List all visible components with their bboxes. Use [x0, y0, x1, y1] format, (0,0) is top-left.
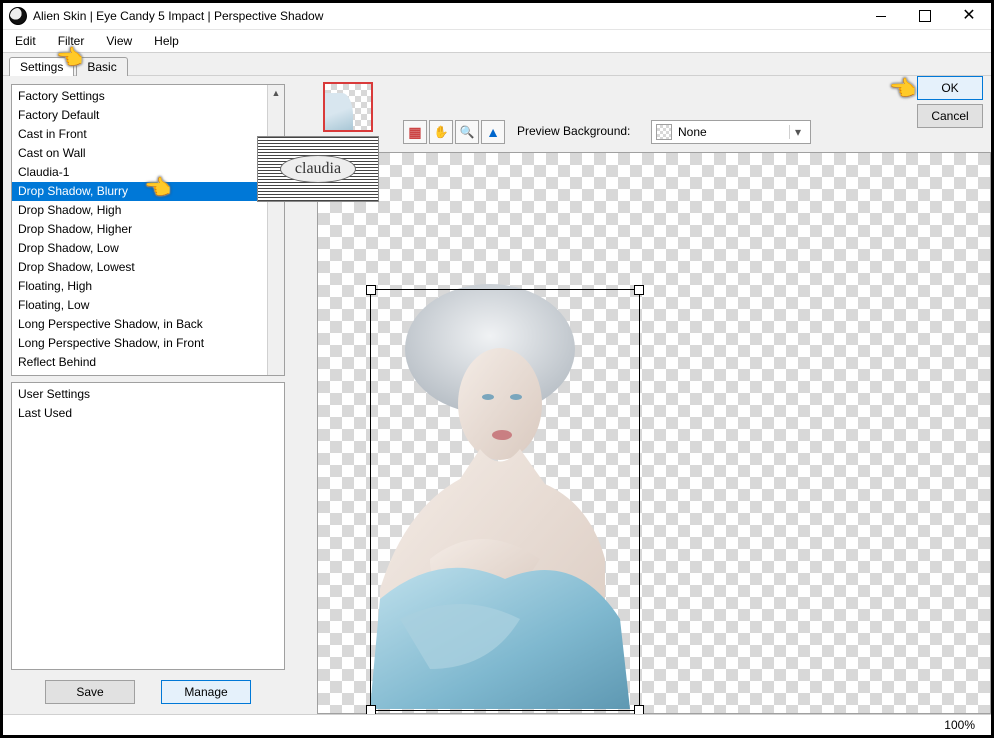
marquee-icon: ▦ [408, 124, 421, 141]
status-bar: 100% [3, 714, 991, 735]
magnifier-icon: 🔍 [460, 125, 475, 139]
list-item[interactable]: Long Perspective Shadow, in Back [12, 315, 268, 334]
factory-presets-list[interactable]: Factory Settings Factory Default Cast in… [11, 84, 285, 376]
user-presets-list[interactable]: User Settings Last Used [11, 382, 285, 670]
preview-background-label: Preview Background: [517, 124, 630, 138]
window-close-button[interactable]: ✕ [947, 4, 991, 28]
menu-bar: Edit Filter View Help [3, 30, 991, 52]
tool-hand-button[interactable]: ✋ [429, 120, 453, 144]
list-item[interactable]: Factory Default [12, 106, 268, 125]
window-minimize-button[interactable] [859, 4, 903, 28]
transparency-swatch-icon [656, 124, 672, 140]
scroll-up-icon[interactable]: ▲ [268, 85, 284, 101]
chevron-down-icon: ▾ [789, 125, 806, 139]
list-item[interactable]: Claudia-1 [12, 163, 268, 182]
list-item[interactable]: Reflect in Front [12, 372, 268, 375]
preview-panel: ▦ ✋ 🔍 ▲ Preview Background: None ▾ OK Ca… [293, 76, 991, 714]
app-icon [9, 7, 27, 25]
window-maximize-button[interactable] [903, 4, 947, 28]
ok-button[interactable]: OK [917, 76, 983, 100]
tabs-row: Settings Basic [3, 52, 991, 76]
settings-panel: Factory Settings Factory Default Cast in… [3, 76, 293, 714]
pointer-icon: ▲ [486, 124, 500, 140]
list-item[interactable]: Last Used [12, 404, 268, 423]
preview-background-value: None [678, 125, 707, 139]
list-item[interactable]: Reflect Behind [12, 353, 268, 372]
resize-handle[interactable] [634, 705, 644, 714]
resize-handle[interactable] [366, 285, 376, 295]
list-item-selected[interactable]: Drop Shadow, Blurry [12, 182, 268, 201]
menu-edit[interactable]: Edit [11, 33, 40, 49]
tutorial-hand-icon: 👈 [144, 175, 171, 201]
list-header: User Settings [12, 385, 268, 404]
resize-handle[interactable] [634, 285, 644, 295]
tool-pointer-button[interactable]: ▲ [481, 120, 505, 144]
preview-thumbnail[interactable] [323, 82, 373, 132]
scrollbar[interactable]: ▲ [267, 85, 284, 375]
cancel-button[interactable]: Cancel [917, 104, 983, 128]
list-item[interactable]: Floating, Low [12, 296, 268, 315]
selection-box[interactable] [370, 289, 640, 711]
list-header: Factory Settings [12, 87, 268, 106]
list-item[interactable]: Cast on Wall [12, 144, 268, 163]
manage-button[interactable]: Manage [161, 680, 251, 704]
preview-background-select[interactable]: None ▾ [651, 120, 811, 144]
list-item[interactable]: Long Perspective Shadow, in Front [12, 334, 268, 353]
preview-canvas[interactable] [317, 152, 991, 714]
list-item[interactable]: Drop Shadow, High [12, 201, 268, 220]
list-item[interactable]: Drop Shadow, Lowest [12, 258, 268, 277]
tool-marquee-button[interactable]: ▦ [403, 120, 427, 144]
hand-icon: ✋ [434, 125, 449, 139]
list-item[interactable]: Floating, High [12, 277, 268, 296]
tutorial-hand-icon: 👉 [890, 76, 917, 102]
tool-zoom-button[interactable]: 🔍 [455, 120, 479, 144]
tutorial-hand-icon: 👉 [57, 45, 84, 71]
save-button[interactable]: Save [45, 680, 135, 704]
menu-view[interactable]: View [102, 33, 136, 49]
list-item[interactable]: Drop Shadow, Low [12, 239, 268, 258]
menu-help[interactable]: Help [150, 33, 183, 49]
zoom-level: 100% [944, 718, 975, 732]
resize-handle[interactable] [366, 705, 376, 714]
title-bar: Alien Skin | Eye Candy 5 Impact | Perspe… [3, 3, 991, 30]
list-item[interactable]: Drop Shadow, Higher [12, 220, 268, 239]
watermark: claudia [257, 136, 379, 202]
list-item[interactable]: Cast in Front [12, 125, 268, 144]
window-title: Alien Skin | Eye Candy 5 Impact | Perspe… [33, 9, 323, 23]
